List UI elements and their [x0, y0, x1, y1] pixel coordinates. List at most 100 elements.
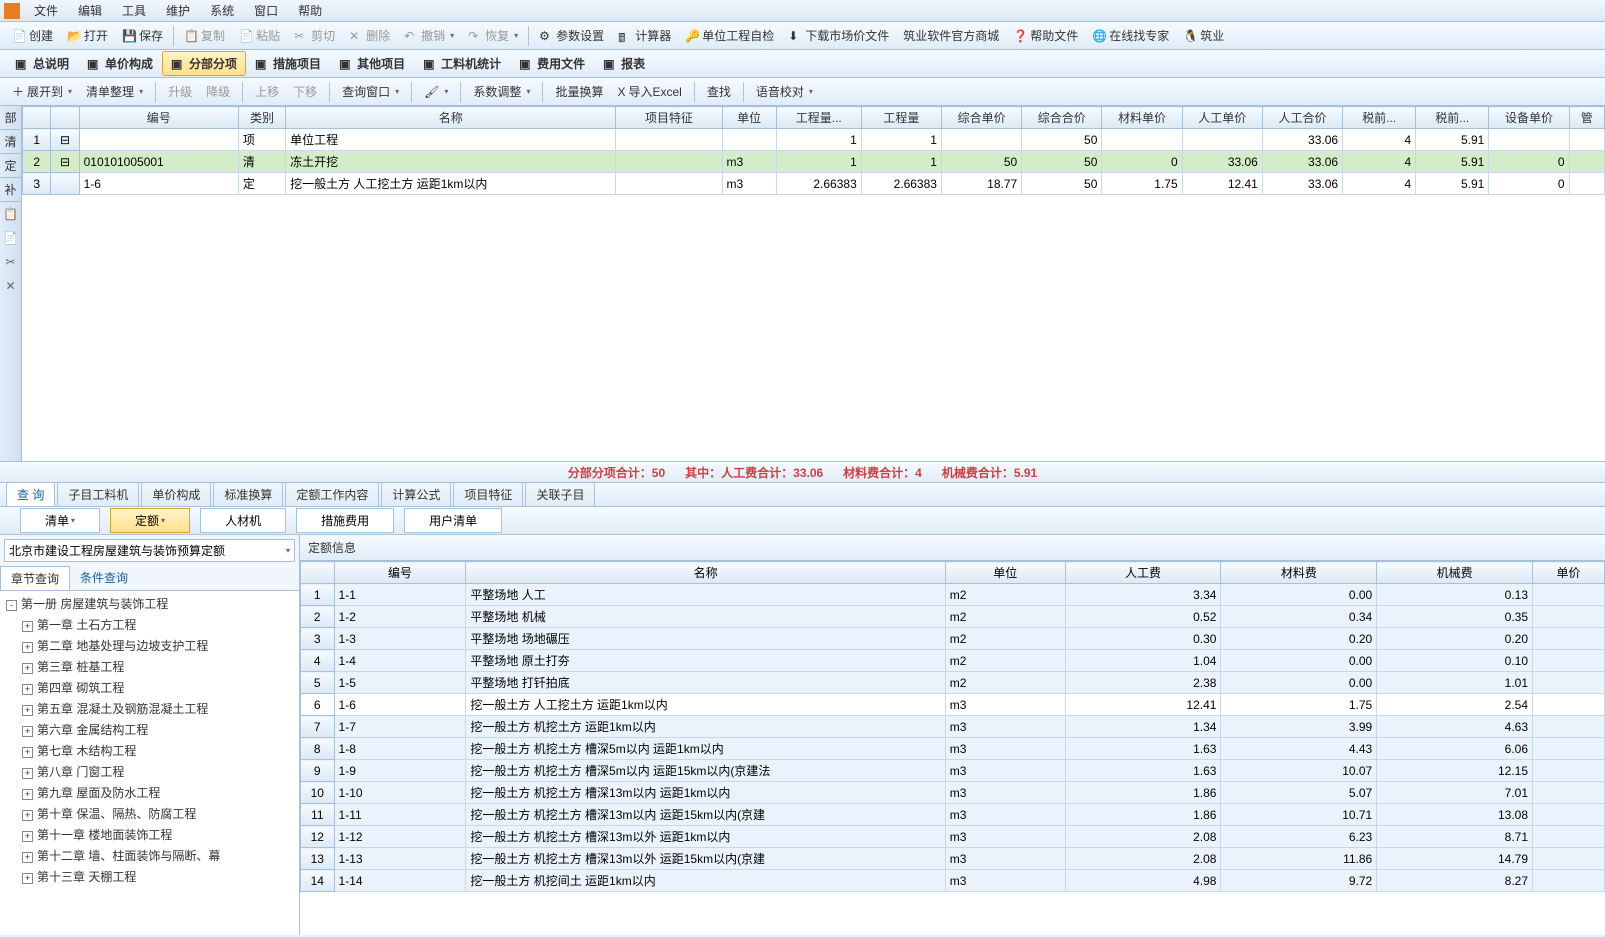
- toolbar-筑业软件官方商城[interactable]: 筑业软件官方商城: [897, 25, 1005, 46]
- tab-单价构成[interactable]: ▣单价构成: [78, 51, 162, 76]
- table-row[interactable]: 81-8挖一般土方 机挖土方 槽深5m以内 运距1km以内m31.634.436…: [301, 738, 1605, 760]
- subtool-上移[interactable]: 上移: [249, 80, 285, 103]
- col-header[interactable]: 项目特征: [616, 107, 722, 129]
- table-row[interactable]: 1⊟项单位工程115033.0645.91: [23, 129, 1605, 151]
- detail-tab-6[interactable]: 项目特征: [453, 482, 523, 506]
- col-header[interactable]: 税前...: [1416, 107, 1489, 129]
- subtool-查找[interactable]: 查找: [701, 80, 737, 103]
- table-row[interactable]: 51-5平整场地 打钎拍底m22.380.001.01: [301, 672, 1605, 694]
- detail-tab-3[interactable]: 标准换算: [213, 482, 283, 506]
- col-header[interactable]: 人工合价: [1262, 107, 1342, 129]
- tree-item[interactable]: +第十二章 墙、柱面装饰与隔断、幕: [2, 845, 297, 866]
- col-header[interactable]: 设备单价: [1489, 107, 1569, 129]
- detail-tab-5[interactable]: 计算公式: [381, 482, 451, 506]
- side-cut-icon[interactable]: ✂: [0, 250, 21, 274]
- table-row[interactable]: 71-7挖一般土方 机挖土方 运距1km以内m31.343.994.63: [301, 716, 1605, 738]
- side-tab-bu2[interactable]: 补: [0, 178, 21, 202]
- toolbar-保存[interactable]: 💾保存: [116, 25, 169, 46]
- subtool-清单整理[interactable]: 清单整理▾: [80, 80, 149, 103]
- subtab-chapter[interactable]: 章节查询: [0, 566, 70, 590]
- tree-item[interactable]: +第十章 保温、隔热、防腐工程: [2, 803, 297, 824]
- side-copy-icon[interactable]: 📋: [0, 202, 21, 226]
- subtool-语音校对[interactable]: 语音校对▾: [750, 80, 819, 103]
- toolbar-参数设置[interactable]: ⚙参数设置: [533, 25, 610, 46]
- col-header[interactable]: 综合单价: [941, 107, 1021, 129]
- subtool-降级[interactable]: 降级: [200, 80, 236, 103]
- table-row[interactable]: 111-11挖一般土方 机挖土方 槽深13m以内 运距15km以内(京建m31.…: [301, 804, 1605, 826]
- expand-icon[interactable]: +: [22, 642, 33, 653]
- side-tab-bu[interactable]: 部: [0, 106, 21, 130]
- col-header[interactable]: 工程量: [861, 107, 941, 129]
- menu-file[interactable]: 文件: [24, 0, 68, 21]
- subtool-查询窗口[interactable]: 查询窗口▾: [336, 80, 405, 103]
- table-row[interactable]: 131-13挖一般土方 机挖土方 槽深13m以外 运距15km以内(京建m32.…: [301, 848, 1605, 870]
- subtool-下移[interactable]: 下移: [287, 80, 323, 103]
- tab-工料机统计[interactable]: ▣工料机统计: [414, 51, 510, 76]
- expand-icon[interactable]: +: [22, 726, 33, 737]
- tree-item[interactable]: +第五章 混凝土及钢筋混凝土工程: [2, 698, 297, 719]
- subtool-展开到[interactable]: ＋展开到▾: [6, 80, 78, 103]
- detail-tab-0[interactable]: 查 询: [6, 482, 55, 506]
- col-header[interactable]: 人工费: [1065, 562, 1221, 584]
- tree-item[interactable]: +第六章 金属结构工程: [2, 719, 297, 740]
- filter-人材机[interactable]: 人材机: [200, 508, 286, 533]
- toolbar-打开[interactable]: 📂打开: [61, 25, 114, 46]
- tab-报表[interactable]: ▣报表: [594, 51, 654, 76]
- table-row[interactable]: 21-2平整场地 机械m20.520.340.35: [301, 606, 1605, 628]
- tree-item[interactable]: +第八章 门窗工程: [2, 761, 297, 782]
- expand-icon[interactable]: -: [6, 600, 17, 611]
- tree-item[interactable]: -第一册 房屋建筑与装饰工程: [2, 593, 297, 614]
- menu-system[interactable]: 系统: [200, 0, 244, 21]
- toolbar-撤销[interactable]: ↶撤销▾: [398, 25, 460, 46]
- col-header[interactable]: 单位: [722, 107, 776, 129]
- toolbar-帮助文件[interactable]: ❓帮助文件: [1007, 25, 1084, 46]
- expand-icon[interactable]: +: [22, 663, 33, 674]
- side-tab-qing[interactable]: 清: [0, 130, 21, 154]
- table-row[interactable]: 41-4平整场地 原土打夯m21.040.000.10: [301, 650, 1605, 672]
- subtab-condition[interactable]: 条件查询: [70, 566, 138, 590]
- main-grid[interactable]: 编号类别名称项目特征单位工程量...工程量综合单价综合合价材料单价人工单价人工合…: [22, 106, 1605, 461]
- expand-icon[interactable]: +: [22, 810, 33, 821]
- subtool-批量换算[interactable]: 批量换算: [549, 80, 609, 103]
- col-header[interactable]: [23, 107, 51, 129]
- expand-icon[interactable]: +: [22, 789, 33, 800]
- col-header[interactable]: 综合合价: [1022, 107, 1102, 129]
- menu-tools[interactable]: 工具: [112, 0, 156, 21]
- col-header[interactable]: 编号: [334, 562, 466, 584]
- tree-item[interactable]: +第二章 地基处理与边坡支护工程: [2, 635, 297, 656]
- detail-tab-7[interactable]: 关联子目: [525, 482, 595, 506]
- toolbar-下载市场价文件[interactable]: ⬇下载市场价文件: [782, 25, 895, 46]
- toolbar-筑业[interactable]: 🐧筑业: [1177, 25, 1230, 46]
- toolbar-计算器[interactable]: 🖩计算器: [612, 25, 677, 46]
- table-row[interactable]: 31-6定挖一般土方 人工挖土方 运距1km以内m32.663832.66383…: [23, 173, 1605, 195]
- menu-help[interactable]: 帮助: [288, 0, 332, 21]
- subtool-系数调整[interactable]: 系数调整▾: [467, 80, 536, 103]
- col-header[interactable]: 名称: [466, 562, 945, 584]
- table-row[interactable]: 121-12挖一般土方 机挖土方 槽深13m以外 运距1km以内m32.086.…: [301, 826, 1605, 848]
- expand-icon[interactable]: +: [22, 768, 33, 779]
- tab-其他项目[interactable]: ▣其他项目: [330, 51, 414, 76]
- menu-window[interactable]: 窗口: [244, 0, 288, 21]
- tree-item[interactable]: +第七章 木结构工程: [2, 740, 297, 761]
- tree-item[interactable]: +第十一章 楼地面装饰工程: [2, 824, 297, 845]
- expand-icon[interactable]: +: [22, 831, 33, 842]
- menu-maint[interactable]: 维护: [156, 0, 200, 21]
- side-paste-icon[interactable]: 📄: [0, 226, 21, 250]
- toolbar-创建[interactable]: 📄创建: [6, 25, 59, 46]
- tree-item[interactable]: +第九章 屋面及防水工程: [2, 782, 297, 803]
- filter-措施费用[interactable]: 措施费用: [296, 508, 394, 533]
- col-header[interactable]: [301, 562, 335, 584]
- expand-icon[interactable]: +: [22, 684, 33, 695]
- col-header[interactable]: 材料费: [1221, 562, 1377, 584]
- tree-item[interactable]: +第一章 土石方工程: [2, 614, 297, 635]
- table-row[interactable]: 101-10挖一般土方 机挖土方 槽深13m以内 运距1km以内m31.865.…: [301, 782, 1605, 804]
- col-header[interactable]: 人工单价: [1182, 107, 1262, 129]
- expand-icon[interactable]: +: [22, 705, 33, 716]
- table-row[interactable]: 91-9挖一般土方 机挖土方 槽深5m以内 运距15km以内(京建法m31.63…: [301, 760, 1605, 782]
- side-del-icon[interactable]: ✕: [0, 274, 21, 298]
- chapter-tree[interactable]: -第一册 房屋建筑与装饰工程+第一章 土石方工程+第二章 地基处理与边坡支护工程…: [0, 591, 299, 935]
- tab-分部分项[interactable]: ▣分部分项: [162, 51, 246, 76]
- detail-tab-4[interactable]: 定额工作内容: [285, 482, 379, 506]
- subtool-brush[interactable]: 🖌▾: [418, 82, 454, 102]
- tab-措施项目[interactable]: ▣措施项目: [246, 51, 330, 76]
